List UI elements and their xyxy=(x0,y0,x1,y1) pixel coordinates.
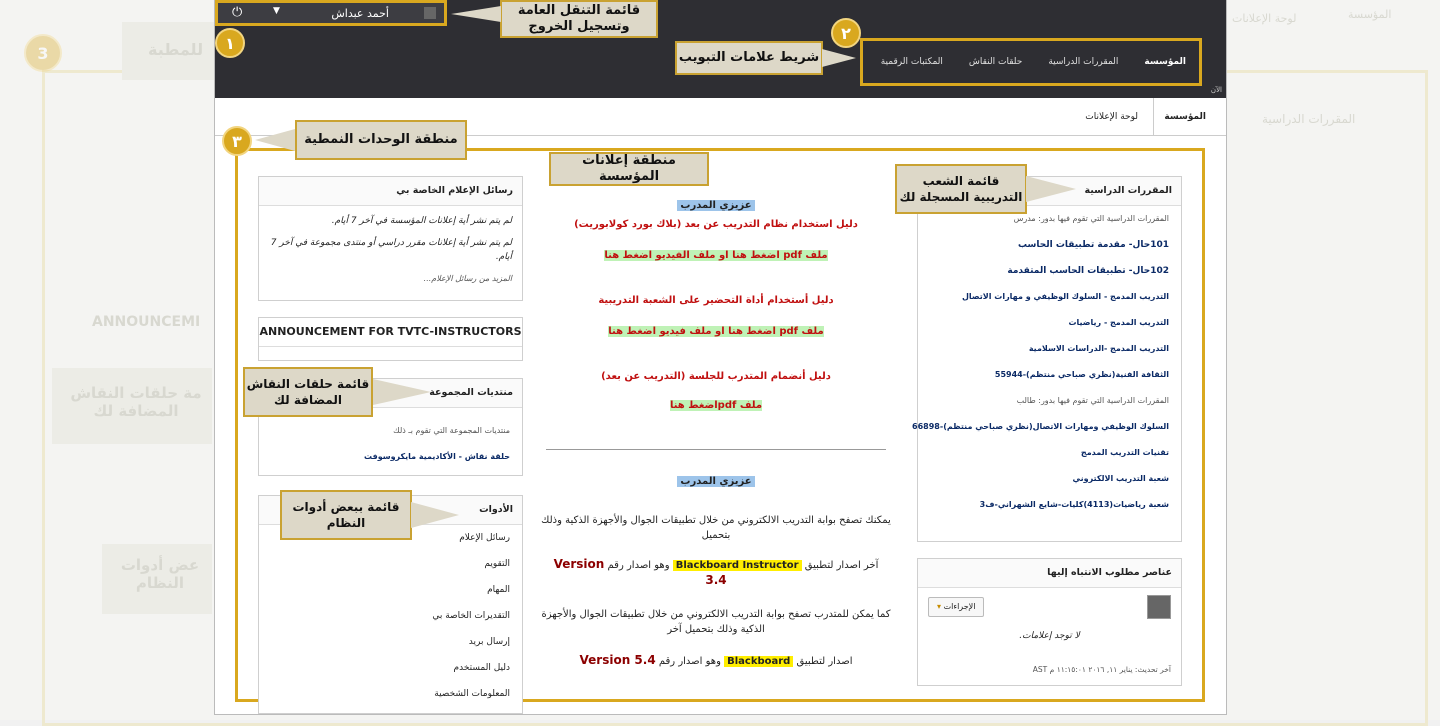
arrow-icon xyxy=(1026,176,1076,202)
message-text: لم يتم نشر أية إعلانات مقرر دراسي أو منت… xyxy=(270,238,512,262)
app-text: اصدار لتطبيق xyxy=(796,656,853,667)
tab-courses[interactable]: المقررات الدراسية xyxy=(1035,57,1131,67)
tool-link[interactable]: المعلومات الشخصية xyxy=(259,681,522,707)
arrow-icon xyxy=(822,49,856,67)
app-version: Version 5.4 xyxy=(579,653,656,667)
guide-title: دليل أنضمام المتدرب للجلسة (التدريب عن ب… xyxy=(601,371,831,382)
course-role-label: المقررات الدراسية التي تقوم فيها بدور: ط… xyxy=(1016,396,1169,405)
user-menu-bar[interactable]: أحمد عبداش ▼ ⏻ xyxy=(215,0,447,26)
blackboard-screenshot: أحمد عبداش ▼ ⏻ المؤسسة المقررات الدراسية… xyxy=(215,0,1226,714)
last-updated: آخر تحديث: يناير ١١, ٢٠١٦ ١١:١٥:٠١ م AST xyxy=(1032,665,1171,674)
course-link[interactable]: التدريب المدمج -الدراسات الاسلامية xyxy=(918,336,1181,362)
chevron-down-icon: ▾ xyxy=(937,602,942,611)
attention-module: عناصر مطلوب الانتباه إليها الإجراءات ▾ ل… xyxy=(917,558,1182,686)
arrow-icon xyxy=(373,379,431,405)
badge-2: ٢ xyxy=(831,18,861,48)
divider xyxy=(546,449,886,450)
badge-1: ١ xyxy=(215,28,245,58)
course-link[interactable]: الثقافة الفنية(نظري صباحي منتظم)-55944 xyxy=(918,362,1181,388)
app-paragraph: يمكنك تصفح بوابة التدريب الالكتروني من خ… xyxy=(541,515,891,541)
corner-label: الآن xyxy=(1210,86,1222,94)
course-link[interactable]: التدريب المدمج - السلوك الوظيفي و مهارات… xyxy=(918,284,1181,310)
message-text: لم يتم نشر أية إعلانات المؤسسة في آخر 7 … xyxy=(331,216,512,226)
course-link[interactable]: 102حال- تطبيقات الحاسب المتقدمة xyxy=(918,258,1181,284)
bg-text-3: عض أدوات النظام xyxy=(120,556,200,592)
dear-trainer-heading: عزيزي المدرب xyxy=(677,200,755,211)
user-name[interactable]: أحمد عبداش xyxy=(331,7,389,20)
arrow-icon xyxy=(451,6,501,22)
callout-courses: قائمة الشعب التدريبية المسجلة لك xyxy=(895,164,1027,214)
course-link[interactable]: السلوك الوظيفي ومهارات الاتصال(نظري صباح… xyxy=(912,414,1181,440)
page-tab-institution[interactable]: المؤسسة xyxy=(1153,98,1216,135)
user-avatar-icon xyxy=(424,7,436,19)
tool-link[interactable]: دليل المستخدم xyxy=(259,655,522,681)
institution-announcements: عزيزي المدرب دليل استخدام نظام التدريب ع… xyxy=(541,176,891,696)
announcement-title: ANNOUNCEMENT FOR TVTC-INSTRUCTORS xyxy=(259,318,522,347)
power-icon[interactable]: ⏻ xyxy=(232,5,242,20)
guide-links[interactable]: ملف pdf اضغط هنا او ملف فيديو اضغط هنا xyxy=(608,326,824,337)
app-paragraph: كما يمكن للمتدرب تصفح بوابة التدريب الال… xyxy=(541,609,891,635)
bg-text-1: للمطبة xyxy=(148,40,204,59)
tab-discussions[interactable]: حلقات النقاش xyxy=(956,57,1035,67)
bg-announcement: ANNOUNCEMI xyxy=(92,314,201,330)
app-name: Blackboard xyxy=(724,656,794,667)
callout-discussions: قائمة حلقات النقاش المضافة لك xyxy=(243,367,373,417)
callout-tools: قائمة ببعض أدوات النظام xyxy=(280,490,412,540)
chevron-down-icon[interactable]: ▼ xyxy=(273,6,280,16)
app-name: Blackboard Instructor xyxy=(672,560,802,571)
tool-link[interactable]: المهام xyxy=(259,577,522,603)
courses-module: المقررات الدراسية المقررات الدراسية التي… xyxy=(912,176,1182,542)
course-link[interactable]: شعبة التدريب الالكتروني xyxy=(918,466,1181,492)
course-link[interactable]: 101حال- مقدمة تطبيقات الحاسب xyxy=(918,232,1181,258)
tool-link[interactable]: التقويم xyxy=(259,551,522,577)
guide-title: دليل استخدام نظام التدريب عن بعد (بلاك ب… xyxy=(574,219,858,230)
module-title: رسائل الإعلام الخاصة بي xyxy=(259,177,522,206)
tool-link[interactable]: إرسال بريد xyxy=(259,629,522,655)
bg-tab-institution: المؤسسة xyxy=(1348,8,1392,21)
app-text: آخر اصدار لتطبيق xyxy=(804,560,879,571)
module-title: عناصر مطلوب الانتباه إليها xyxy=(918,559,1181,588)
tab-digital-libraries[interactable]: المكتبات الرقمية xyxy=(868,57,956,67)
bg-badge: 3 xyxy=(24,34,62,72)
arrow-icon xyxy=(411,502,459,528)
course-link[interactable]: التدريب المدمج - رياضيات xyxy=(918,310,1181,336)
tab-institution[interactable]: المؤسسة xyxy=(1131,57,1199,67)
app-text: وهو اصدار رقم xyxy=(607,560,670,571)
dear-trainer-heading: عزيزي المدرب xyxy=(677,476,755,487)
actions-label: الإجراءات xyxy=(943,602,976,611)
actions-button[interactable]: الإجراءات ▾ xyxy=(928,597,985,617)
callout-modules: منطقة الوحدات النمطية xyxy=(295,120,467,160)
announcement-box: ANNOUNCEMENT FOR TVTC-INSTRUCTORS xyxy=(258,317,523,361)
page-tab-announcements[interactable]: لوحة الإعلانات xyxy=(1075,98,1148,135)
guide-links[interactable]: ملف pdfاضغط هنا xyxy=(669,400,763,411)
badge-3: ٣ xyxy=(222,126,252,156)
callout-logout: قائمة التنقل العامة وتسجيل الخروج xyxy=(500,0,658,38)
bg-tab-announcements: لوحة الإعلانات xyxy=(1232,12,1297,25)
tabs-bar: المؤسسة المقررات الدراسية حلقات النقاش ا… xyxy=(860,38,1202,86)
app-text: وهو اصدار رقم xyxy=(658,656,721,667)
bg-text-2: مة حلقات النقاش المضافة لك xyxy=(70,384,202,420)
empty-message: لا توجد إعلامات. xyxy=(1019,631,1080,641)
arrow-icon xyxy=(255,129,295,151)
guide-title: دليل أستخدام أداة التحضير على الشعبة الت… xyxy=(598,295,834,306)
guide-links[interactable]: ملف pdf اضغط هنا او ملف الفيديو اضغط هنا xyxy=(604,250,828,261)
course-link[interactable]: تقنيات التدريب المدمج xyxy=(918,440,1181,466)
group-forum-link[interactable]: حلقة نقاش - الأكاديمية مايكروسوفت xyxy=(259,444,522,470)
my-messages-module: رسائل الإعلام الخاصة بي لم يتم نشر أية إ… xyxy=(258,176,523,301)
tool-link[interactable]: التقديرات الخاصة بي xyxy=(259,603,522,629)
callout-tabs: شريط علامات التبويب xyxy=(675,41,823,75)
avatar xyxy=(1147,595,1171,619)
groups-desc: منتديات المجموعة التي تقوم بـ ذلك xyxy=(393,426,510,435)
more-messages-link[interactable]: المزيد من رسائل الإعلام... xyxy=(269,272,512,286)
course-link[interactable]: شعبة رياضيات(4113)كليات-شايع الشهراني-ف3 xyxy=(918,492,1181,518)
